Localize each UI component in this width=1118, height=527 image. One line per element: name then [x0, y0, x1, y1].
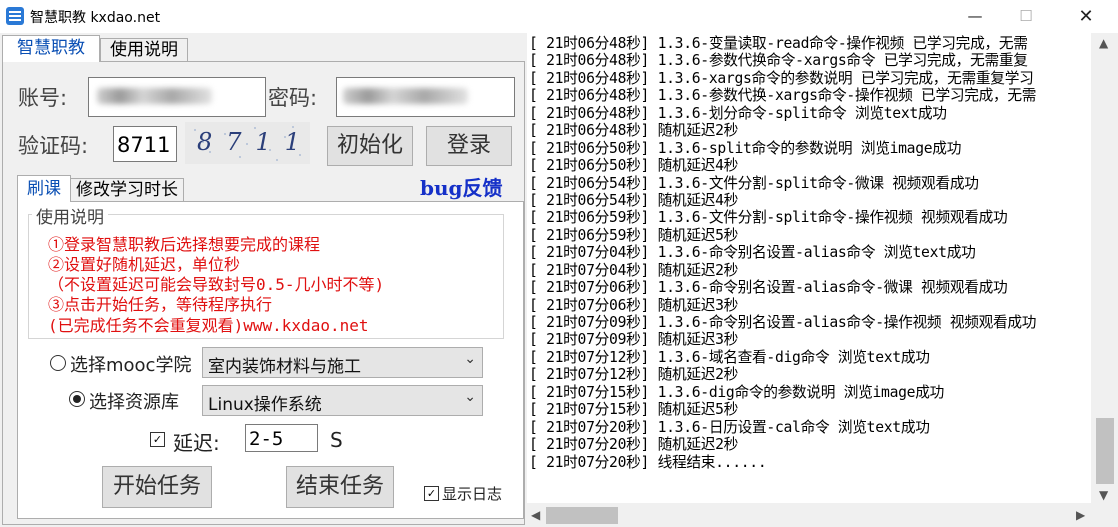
log-line: [ 21时06分48秒] 1.3.6-参数代换命令-xargs命令 已学习完成，…	[529, 52, 1028, 70]
scroll-left-icon[interactable]: ◀	[531, 508, 540, 522]
captcha-label: 验证码:	[18, 134, 89, 158]
tab-modify-time[interactable]: 修改学习时长	[70, 178, 184, 202]
log-line: [ 21时07分12秒] 1.3.6-域名查看-dig命令 浏览text成功	[529, 348, 930, 366]
app-icon	[6, 7, 24, 25]
log-line: [ 21时07分06秒] 1.3.6-命令别名设置-alias命令-微课 视频观…	[529, 279, 1008, 297]
start-task-button[interactable]: 开始任务	[102, 466, 212, 508]
bug-report-link[interactable]: bug反馈	[420, 172, 503, 201]
log-line: [ 21时06分48秒] 随机延迟2秒	[529, 122, 739, 140]
log-line: [ 21时06分59秒] 随机延迟5秒	[529, 226, 739, 244]
resource-label: 选择资源库	[89, 392, 179, 413]
log-line: [ 21时06分48秒] 1.3.6-参数代换-xargs命令-操作视频 已学习…	[529, 87, 1037, 105]
show-log-checkbox[interactable]: ✓	[424, 486, 439, 501]
scroll-up-icon[interactable]: ▲	[1099, 36, 1108, 50]
account-redacted	[97, 88, 212, 104]
log-line: [ 21时06分59秒] 1.3.6-文件分割-split命令-操作视频 视频观…	[529, 209, 1008, 227]
log-line: [ 21时06分54秒] 1.3.6-文件分割-split命令-微课 视频观看成…	[529, 174, 979, 192]
log-line: [ 21时06分48秒] 1.3.6-划分命令-split命令 浏览text成功	[529, 104, 947, 122]
log-line: [ 21时06分48秒] 1.3.6-变量读取-read命令-操作视频 已学习完…	[529, 35, 1028, 52]
resource-select-value: Linux操作系统	[208, 395, 322, 415]
tab-zhihui[interactable]: 智慧职教	[2, 35, 100, 62]
title-bar	[0, 0, 1118, 33]
tab-brush[interactable]: 刷课	[17, 175, 71, 202]
mooc-label: 选择mooc学院	[70, 355, 192, 376]
captcha-text: 8711	[197, 128, 310, 156]
mooc-select-value: 室内装饰材料与施工	[208, 357, 361, 377]
log-line: [ 21时07分04秒] 1.3.6-命令别名设置-alias命令 浏览text…	[529, 244, 976, 262]
stop-task-button[interactable]: 结束任务	[286, 466, 394, 508]
account-label: 账号:	[18, 86, 68, 110]
log-line: [ 21时07分12秒] 随机延迟2秒	[529, 366, 739, 384]
resource-select[interactable]: Linux操作系统 ⌄	[202, 385, 483, 416]
log-line: [ 21时07分20秒] 随机延迟2秒	[529, 436, 739, 454]
help-line-5: (已完成任务不会重复观看)www.kxdao.net	[48, 316, 369, 335]
password-label: 密码:	[268, 86, 318, 110]
delay-input[interactable]: 2-5	[245, 424, 318, 452]
resource-radio[interactable]	[69, 391, 85, 407]
password-input[interactable]	[336, 77, 515, 117]
log-line: [ 21时07分20秒] 线程结束......	[529, 453, 767, 471]
mooc-select[interactable]: 室内装饰材料与施工 ⌄	[202, 347, 483, 378]
show-log-label: 显示日志	[442, 485, 503, 503]
init-button[interactable]: 初始化	[327, 126, 413, 166]
scroll-right-icon[interactable]: ▶	[1076, 508, 1085, 522]
maximize-button[interactable]: ☐	[1003, 0, 1049, 33]
log-line: [ 21时07分15秒] 随机延迟5秒	[529, 401, 739, 419]
log-line: [ 21时07分15秒] 1.3.6-dig命令的参数说明 浏览image成功	[529, 383, 944, 401]
log-line: [ 21时06分50秒] 随机延迟4秒	[529, 157, 739, 175]
log-output[interactable]: [ 21时06分48秒] 1.3.6-变量读取-read命令-操作视频 已学习完…	[527, 33, 1091, 503]
log-line: [ 21时07分09秒] 1.3.6-命令别名设置-alias命令-操作视频 视…	[529, 314, 1037, 332]
log-line: [ 21时06分54秒] 随机延迟4秒	[529, 191, 739, 209]
log-line: [ 21时07分09秒] 随机延迟3秒	[529, 331, 739, 349]
account-input[interactable]	[88, 77, 266, 117]
help-legend: 使用说明	[32, 203, 108, 228]
delay-unit: S	[330, 428, 343, 452]
tab-help[interactable]: 使用说明	[100, 38, 188, 61]
password-redacted	[343, 88, 468, 104]
chevron-down-icon: ⌄	[464, 389, 476, 405]
log-line: [ 21时06分48秒] 1.3.6-xargs命令的参数说明 已学习完成，无需…	[529, 69, 1034, 87]
chevron-down-icon: ⌄	[464, 351, 476, 367]
captcha-input[interactable]: 8711	[113, 126, 177, 162]
delay-label: 延迟:	[173, 431, 220, 455]
login-button[interactable]: 登录	[426, 126, 512, 166]
minimize-button[interactable]: —	[952, 0, 998, 33]
mooc-radio[interactable]	[50, 355, 66, 371]
horizontal-scroll-thumb[interactable]	[546, 507, 618, 524]
window-title: 智慧职教 kxdao.net	[30, 10, 161, 26]
log-line: [ 21时06分50秒] 1.3.6-split命令的参数说明 浏览image成…	[529, 139, 962, 157]
log-line: [ 21时07分06秒] 随机延迟3秒	[529, 296, 739, 314]
captcha-image[interactable]: 8711	[185, 122, 310, 164]
close-button[interactable]: ✕	[1063, 0, 1109, 33]
delay-checkbox[interactable]: ✓	[150, 432, 165, 447]
scroll-down-icon[interactable]: ▼	[1099, 488, 1108, 502]
vertical-scroll-thumb[interactable]	[1096, 418, 1114, 484]
log-line: [ 21时07分20秒] 1.3.6-日历设置-cal命令 浏览text成功	[529, 418, 930, 436]
log-line: [ 21时07分04秒] 随机延迟2秒	[529, 261, 739, 279]
